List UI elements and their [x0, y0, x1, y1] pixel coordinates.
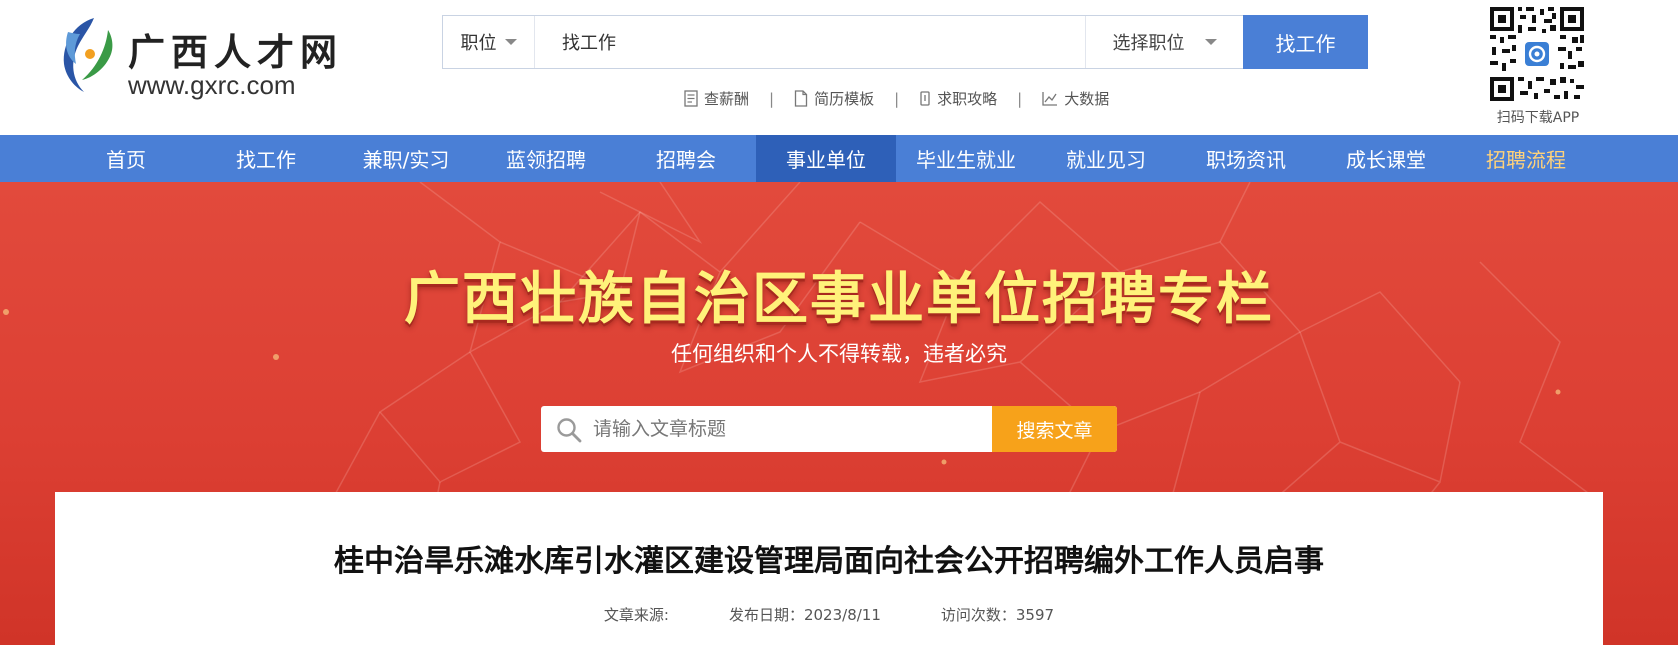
quick-link-label: 查薪酬 — [704, 90, 750, 108]
chevron-down-icon — [504, 39, 517, 45]
article-title: 桂中治旱乐滩水库引水灌区建设管理局面向社会公开招聘编外工作人员启事 — [334, 544, 1324, 579]
file-icon — [794, 90, 808, 107]
nav-item-blue-collar[interactable]: 蓝领招聘 — [476, 135, 616, 182]
divider: | — [894, 89, 900, 108]
divider: | — [769, 89, 775, 108]
nav-item-home[interactable]: 首页 — [56, 135, 196, 182]
nav-item-graduate-jobs[interactable]: 毕业生就业 — [896, 135, 1036, 182]
quick-links: 查薪酬 | 简历模板 | 求职攻略 | 大数据 — [684, 88, 1109, 109]
nav-item-public-institutions[interactable]: 事业单位 — [756, 135, 896, 182]
pen-icon — [920, 91, 930, 106]
logo-url: www.gxrc.com — [128, 70, 296, 100]
article-publish-date: 发布日期：2023/8/11 — [728, 606, 881, 624]
banner-title: 广西壮族自治区事业单位招聘专栏 — [404, 267, 1274, 332]
search-type-label: 职位 — [460, 33, 497, 54]
article-search-bar: 搜索文章 — [541, 406, 1117, 452]
line-chart-icon — [1042, 92, 1058, 106]
divider: | — [1017, 89, 1023, 108]
chevron-down-icon — [1204, 39, 1217, 45]
nav-item-career-news[interactable]: 职场资讯 — [1176, 135, 1316, 182]
app-qr-code — [1488, 5, 1586, 103]
article-view-count: 访问次数：3597 — [940, 606, 1055, 624]
quick-link-salary[interactable]: 查薪酬 — [684, 88, 749, 109]
article-card: 桂中治旱乐滩水库引水灌区建设管理局面向社会公开招聘编外工作人员启事 文章来源: … — [55, 492, 1603, 652]
logo-mark-icon — [63, 18, 113, 92]
position-select-label: 选择职位 — [1112, 33, 1185, 54]
article-source: 文章来源: — [603, 606, 669, 624]
job-search-bar: 职位 选择职位 找工作 — [442, 15, 1368, 69]
quick-link-label: 简历模板 — [814, 90, 875, 108]
search-icon — [557, 418, 582, 443]
quick-link-label: 求职攻略 — [937, 90, 998, 108]
nav-item-job-fair[interactable]: 招聘会 — [616, 135, 756, 182]
quick-link-big-data[interactable]: 大数据 — [1042, 88, 1109, 109]
qr-caption: 扫码下载APP — [1496, 110, 1580, 126]
position-select[interactable]: 选择职位 — [1085, 16, 1243, 68]
logo-name: 广西人才网 — [128, 30, 343, 74]
article-search-input[interactable] — [593, 406, 993, 452]
quick-link-job-tips[interactable]: 求职攻略 — [919, 88, 997, 109]
search-type-dropdown[interactable]: 职位 — [443, 16, 535, 68]
nav-item-part-time[interactable]: 兼职/实习 — [336, 135, 476, 182]
nav-item-growth-class[interactable]: 成长课堂 — [1316, 135, 1456, 182]
banner-subtitle: 任何组织和个人不得转载，违者必究 — [671, 342, 1007, 366]
quick-link-label: 大数据 — [1064, 90, 1110, 108]
main-nav: 首页 找工作 兼职/实习 蓝领招聘 招聘会 事业单位 毕业生就业 就业见习 职场… — [0, 135, 1678, 182]
article-meta: 文章来源: 发布日期：2023/8/11 访问次数：3597 — [55, 604, 1603, 625]
quick-link-resume-template[interactable]: 简历模板 — [794, 88, 874, 109]
find-job-button[interactable]: 找工作 — [1243, 15, 1368, 69]
nav-item-internship[interactable]: 就业见习 — [1036, 135, 1176, 182]
search-article-button[interactable]: 搜索文章 — [992, 406, 1117, 452]
document-icon — [684, 90, 698, 107]
nav-item-recruit-process[interactable]: 招聘流程 — [1456, 135, 1596, 182]
site-logo[interactable]: 广西人才网 www.gxrc.com — [54, 12, 337, 102]
nav-item-find-job[interactable]: 找工作 — [196, 135, 336, 182]
site-header: 广西人才网 www.gxrc.com 职位 选择职位 找工作 查薪酬 | — [0, 0, 1678, 135]
job-search-input[interactable] — [536, 16, 1126, 68]
